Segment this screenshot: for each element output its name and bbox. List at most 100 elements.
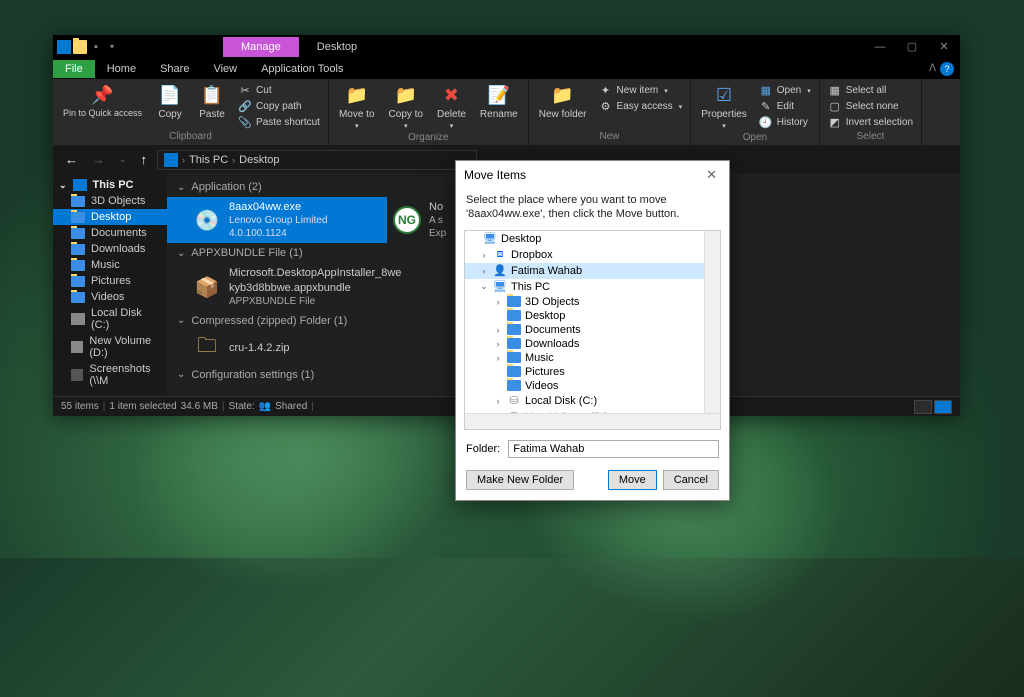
- tree-item-desktop[interactable]: 🖥Desktop: [465, 231, 720, 247]
- folder-icon: [507, 324, 521, 335]
- navigation-pane[interactable]: ⌄This PC 3D Objects Desktop Documents Do…: [53, 173, 167, 396]
- pin-button[interactable]: 📌Pin to Quick access: [57, 81, 148, 121]
- window-title: Desktop: [299, 37, 375, 57]
- qat-icon-2[interactable]: ▪: [89, 40, 103, 54]
- tree-item-music[interactable]: ›Music: [465, 351, 720, 365]
- details-view-button[interactable]: [914, 400, 932, 414]
- tree-item-this-pc[interactable]: ⌄🖥This PC: [465, 279, 720, 295]
- sidebar-this-pc[interactable]: ⌄This PC: [53, 177, 167, 193]
- move-to-button[interactable]: 📁Move to▾: [333, 81, 381, 132]
- tree-item-desktop2[interactable]: Desktop: [465, 309, 720, 323]
- copy-icon: 📄: [159, 83, 181, 107]
- folder-tree[interactable]: 🖥Desktop ›⧈Dropbox ›👤Fatima Wahab ⌄🖥This…: [464, 230, 721, 430]
- new-item-button[interactable]: ✦New item▾: [595, 83, 687, 98]
- invert-selection-button[interactable]: ◩Invert selection: [824, 115, 917, 130]
- ng-icon: NG: [393, 206, 421, 234]
- ribbon-collapse-icon[interactable]: ᐱ: [929, 63, 936, 74]
- make-new-folder-button[interactable]: Make New Folder: [466, 470, 574, 490]
- invert-icon: ◩: [828, 116, 842, 129]
- tree-item-videos[interactable]: Videos: [465, 379, 720, 393]
- tree-scrollbar-v[interactable]: [704, 231, 720, 429]
- tree-item-local-disk-c[interactable]: ›⛁Local Disk (C:): [465, 393, 720, 409]
- folder-icon: [507, 366, 521, 377]
- rename-button[interactable]: 📝Rename: [474, 81, 524, 122]
- new-folder-button[interactable]: 📁New folder: [533, 81, 593, 122]
- sidebar-item-new-volume-d[interactable]: New Volume (D:): [53, 333, 167, 361]
- sidebar-item-pictures[interactable]: Pictures: [53, 273, 167, 289]
- nav-back-button[interactable]: ←: [61, 152, 82, 167]
- history-button[interactable]: 🕘History: [755, 115, 815, 130]
- delete-button[interactable]: ✖Delete▾: [431, 81, 472, 132]
- cut-icon: ✂: [238, 84, 252, 97]
- tree-item-downloads[interactable]: ›Downloads: [465, 337, 720, 351]
- exe-icon: 💿: [193, 206, 221, 234]
- copy-button[interactable]: 📄Copy: [150, 81, 190, 122]
- nav-forward-button[interactable]: →: [88, 152, 109, 167]
- sidebar-item-documents[interactable]: Documents: [53, 225, 167, 241]
- titlebar[interactable]: ▪ ▾ Manage Desktop — ▢ ✕: [53, 35, 960, 58]
- file-item-ng[interactable]: NG NoA sExp: [387, 197, 456, 243]
- sidebar-item-3d-objects[interactable]: 3D Objects: [53, 193, 167, 209]
- selectnone-icon: ▢: [828, 100, 842, 113]
- tree-item-pictures[interactable]: Pictures: [465, 365, 720, 379]
- open-button[interactable]: ▦Open▾: [755, 83, 815, 98]
- select-all-button[interactable]: ▦Select all: [824, 83, 917, 98]
- status-item-count: 55 items: [61, 401, 99, 412]
- contextual-tab-manage[interactable]: Manage: [223, 37, 299, 57]
- dialog-title: Move Items: [464, 168, 526, 182]
- close-button[interactable]: ✕: [928, 35, 960, 58]
- easy-access-button[interactable]: ⚙Easy access▾: [595, 99, 687, 114]
- dialog-close-button[interactable]: ✕: [702, 167, 721, 183]
- tree-item-3d-objects[interactable]: ›3D Objects: [465, 295, 720, 309]
- cancel-button[interactable]: Cancel: [663, 470, 719, 490]
- breadcrumb-desktop[interactable]: Desktop: [239, 154, 279, 166]
- tree-item-fatima-wahab[interactable]: ›👤Fatima Wahab: [465, 263, 720, 279]
- tab-file[interactable]: File: [53, 60, 95, 78]
- sidebar-item-screenshots[interactable]: Screenshots (\\M: [53, 361, 167, 389]
- sidebar-item-downloads[interactable]: Downloads: [53, 241, 167, 257]
- properties-button[interactable]: ☑Properties▾: [695, 81, 753, 132]
- nav-up-button[interactable]: ↑: [137, 152, 152, 167]
- large-icons-view-button[interactable]: [934, 400, 952, 414]
- dialog-titlebar[interactable]: Move Items ✕: [456, 161, 729, 189]
- status-selected: 1 item selected: [109, 401, 176, 412]
- tree-item-documents[interactable]: ›Documents: [465, 323, 720, 337]
- edit-button[interactable]: ✎Edit: [755, 99, 815, 114]
- package-icon: 📦: [193, 273, 221, 301]
- copy-path-button[interactable]: 🔗Copy path: [234, 99, 324, 114]
- folder-icon: [71, 244, 85, 255]
- qat-dropdown-icon[interactable]: ▾: [105, 40, 119, 54]
- help-icon[interactable]: ?: [940, 62, 954, 76]
- group-new-label: New: [533, 131, 686, 143]
- explorer-icon: [57, 40, 71, 54]
- properties-icon: ☑: [716, 83, 732, 107]
- tab-view[interactable]: View: [201, 60, 249, 78]
- copy-to-button[interactable]: 📁Copy to▾: [383, 81, 429, 132]
- folder-input[interactable]: [508, 440, 719, 458]
- paste-button[interactable]: 📋Paste: [192, 81, 232, 122]
- tab-application-tools[interactable]: Application Tools: [249, 60, 355, 78]
- tab-home[interactable]: Home: [95, 60, 148, 78]
- user-folder-icon: 👤: [493, 264, 507, 278]
- paste-shortcut-button[interactable]: 📎Paste shortcut: [234, 115, 324, 130]
- sidebar-item-local-disk-c[interactable]: Local Disk (C:): [53, 305, 167, 333]
- file-item-8aax04ww[interactable]: 💿 8aax04ww.exeLenovo Group Limited4.0.10…: [167, 197, 387, 243]
- tree-item-dropbox[interactable]: ›⧈Dropbox: [465, 247, 720, 263]
- move-button[interactable]: Move: [608, 470, 657, 490]
- address-path[interactable]: › This PC › Desktop: [157, 150, 477, 170]
- breadcrumb-thispc[interactable]: This PC: [189, 154, 228, 166]
- qat-folder-icon[interactable]: [73, 40, 87, 54]
- sidebar-item-desktop[interactable]: Desktop: [53, 209, 167, 225]
- status-state-label: State:: [229, 401, 255, 412]
- minimize-button[interactable]: —: [864, 35, 896, 58]
- maximize-button[interactable]: ▢: [896, 35, 928, 58]
- group-select-label: Select: [824, 131, 917, 143]
- ribbon-tabs: File Home Share View Application Tools ᐱ…: [53, 58, 960, 79]
- tree-scrollbar-h[interactable]: [465, 413, 720, 429]
- sidebar-item-videos[interactable]: Videos: [53, 289, 167, 305]
- cut-button[interactable]: ✂Cut: [234, 83, 324, 98]
- select-none-button[interactable]: ▢Select none: [824, 99, 917, 114]
- sidebar-item-music[interactable]: Music: [53, 257, 167, 273]
- tab-share[interactable]: Share: [148, 60, 201, 78]
- nav-recent-button[interactable]: ⌄: [115, 154, 131, 165]
